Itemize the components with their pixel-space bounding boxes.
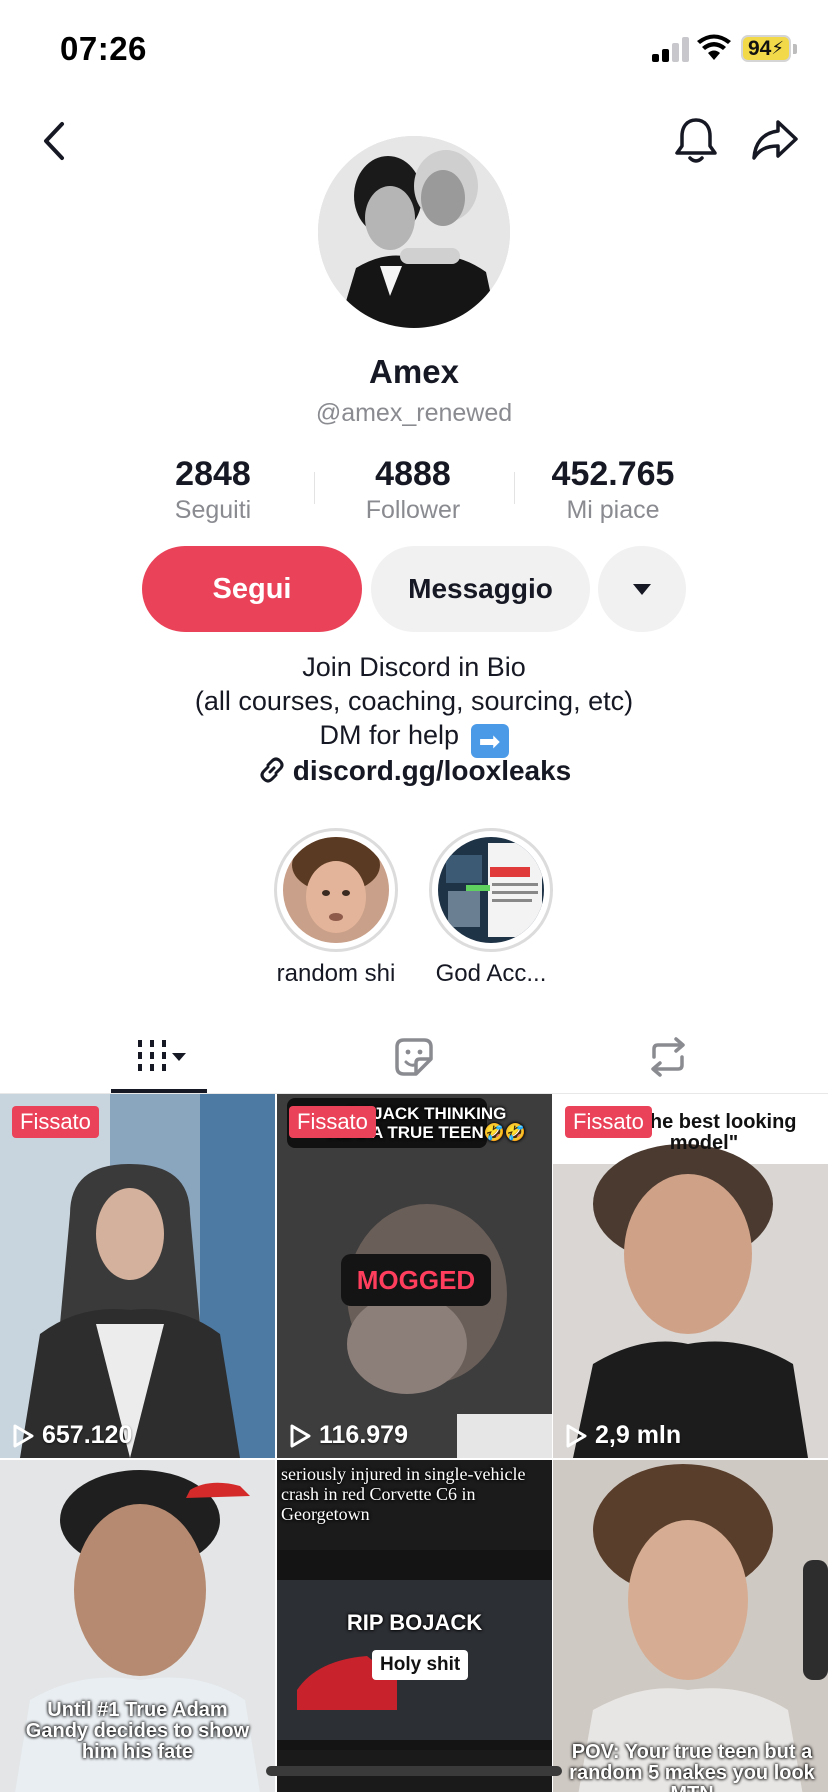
video-caption: POV: Your true teen but a random 5 makes…	[569, 1741, 815, 1792]
stat-following-label: Seguiti	[174, 496, 252, 524]
play-icon	[566, 1424, 587, 1447]
home-indicator[interactable]	[266, 1766, 562, 1776]
follow-button[interactable]: Segui	[142, 546, 362, 632]
battery-level: 94	[748, 36, 772, 60]
bio-line: Join Discord in Bio	[302, 652, 526, 682]
tab-videos[interactable]	[20, 1020, 296, 1094]
pinned-badge: Fissato	[565, 1106, 652, 1138]
video-sub-overlay: Holy shit	[372, 1650, 469, 1680]
view-count: 2,9 mln	[565, 1421, 681, 1450]
view-count-value: 657.120	[42, 1421, 133, 1449]
highlight-ring	[429, 828, 553, 952]
bio-line: DM for help	[319, 720, 460, 750]
stat-likes-value: 452.765	[551, 455, 675, 493]
story-highlight-random[interactable]: random shi	[274, 828, 398, 987]
bio-link-text: discord.gg/looxleaks	[292, 755, 572, 786]
profile-avatar[interactable]	[318, 136, 510, 328]
highlight-thumbnail	[283, 837, 389, 943]
video-thumbnail[interactable]: BOJACK THINKING HE'S A TRUE TEEN🤣🤣 MOGGE…	[277, 1094, 552, 1458]
caret-down-icon	[633, 584, 651, 595]
video-thumbnail[interactable]: POV: Your true teen but a random 5 makes…	[553, 1460, 828, 1792]
stat-followers[interactable]: 4888 Follower	[313, 454, 513, 526]
video-overlay-text: MOGGED	[356, 1265, 476, 1295]
profile-display-name: Amex	[369, 353, 459, 390]
status-bar: 07:26 94 ⚡	[0, 0, 828, 100]
video-thumbnail[interactable]: Until #1 True Adam Gandy decides to show…	[0, 1460, 275, 1792]
play-icon	[13, 1424, 34, 1447]
sticker-icon	[395, 1038, 433, 1076]
video-thumbnail[interactable]: "is the best looking model" Fissato 2,9 …	[553, 1094, 828, 1458]
stat-likes-label: Mi piace	[566, 496, 660, 524]
stat-following[interactable]: 2848 Seguiti	[113, 454, 313, 526]
active-tab-indicator	[111, 1089, 207, 1093]
profile-username: @amex_renewed	[315, 399, 513, 427]
pinned-badge: Fissato	[12, 1106, 99, 1138]
profile-stats: 2848 Seguiti 4888 Follower 452.765 Mi pi…	[0, 454, 828, 524]
video-thumbnail[interactable]: Fissato 657.120	[0, 1094, 275, 1458]
wifi-icon	[697, 34, 731, 60]
tab-liked[interactable]	[276, 1020, 552, 1094]
more-options-button[interactable]	[598, 546, 686, 632]
video-overlay-text: RIP BOJACK	[346, 1610, 483, 1635]
grid-icon	[138, 1040, 186, 1071]
highlight-label: God Acc...	[435, 960, 547, 987]
cellular-signal-icon	[652, 36, 690, 62]
battery-icon: 94 ⚡	[741, 35, 791, 62]
repost-icon	[651, 1037, 685, 1077]
video-thumbnail[interactable]: seriously injured in single-vehicle cras…	[277, 1460, 552, 1792]
tab-reposts[interactable]	[530, 1020, 806, 1094]
video-caption: Until #1 True Adam Gandy decides to show…	[25, 1699, 250, 1763]
view-count-value: 116.979	[319, 1421, 408, 1449]
view-count: 657.120	[12, 1421, 132, 1450]
story-highlight-god-acc[interactable]: God Acc...	[429, 828, 553, 987]
view-count: 116.979	[289, 1421, 408, 1450]
stat-followers-label: Follower	[365, 496, 461, 524]
profile-tabs	[0, 1020, 828, 1094]
stat-following-value: 2848	[175, 455, 251, 493]
share-icon[interactable]	[750, 117, 800, 163]
status-time: 07:26	[60, 30, 147, 67]
bio-line-dm: DM for help ➡	[0, 718, 828, 758]
highlight-ring	[274, 828, 398, 952]
play-icon	[290, 1424, 311, 1447]
video-headline: seriously injured in single-vehicle cras…	[281, 1464, 526, 1524]
stat-likes[interactable]: 452.765 Mi piace	[513, 454, 713, 526]
back-arrow-icon[interactable]	[36, 118, 72, 164]
highlight-thumbnail	[438, 837, 544, 943]
right-arrow-emoji-icon: ➡	[470, 724, 509, 758]
bell-icon[interactable]	[672, 114, 720, 166]
pinned-badge: Fissato	[289, 1106, 376, 1138]
message-button[interactable]: Messaggio	[371, 546, 590, 632]
battery-nub	[793, 44, 797, 54]
bio-link[interactable]: discord.gg/looxleaks	[0, 755, 828, 787]
stat-followers-value: 4888	[375, 455, 451, 493]
view-count-value: 2,9 mln	[595, 1421, 682, 1449]
bio-line: (all courses, coaching, sourcing, etc)	[194, 686, 634, 716]
link-icon	[260, 757, 284, 783]
